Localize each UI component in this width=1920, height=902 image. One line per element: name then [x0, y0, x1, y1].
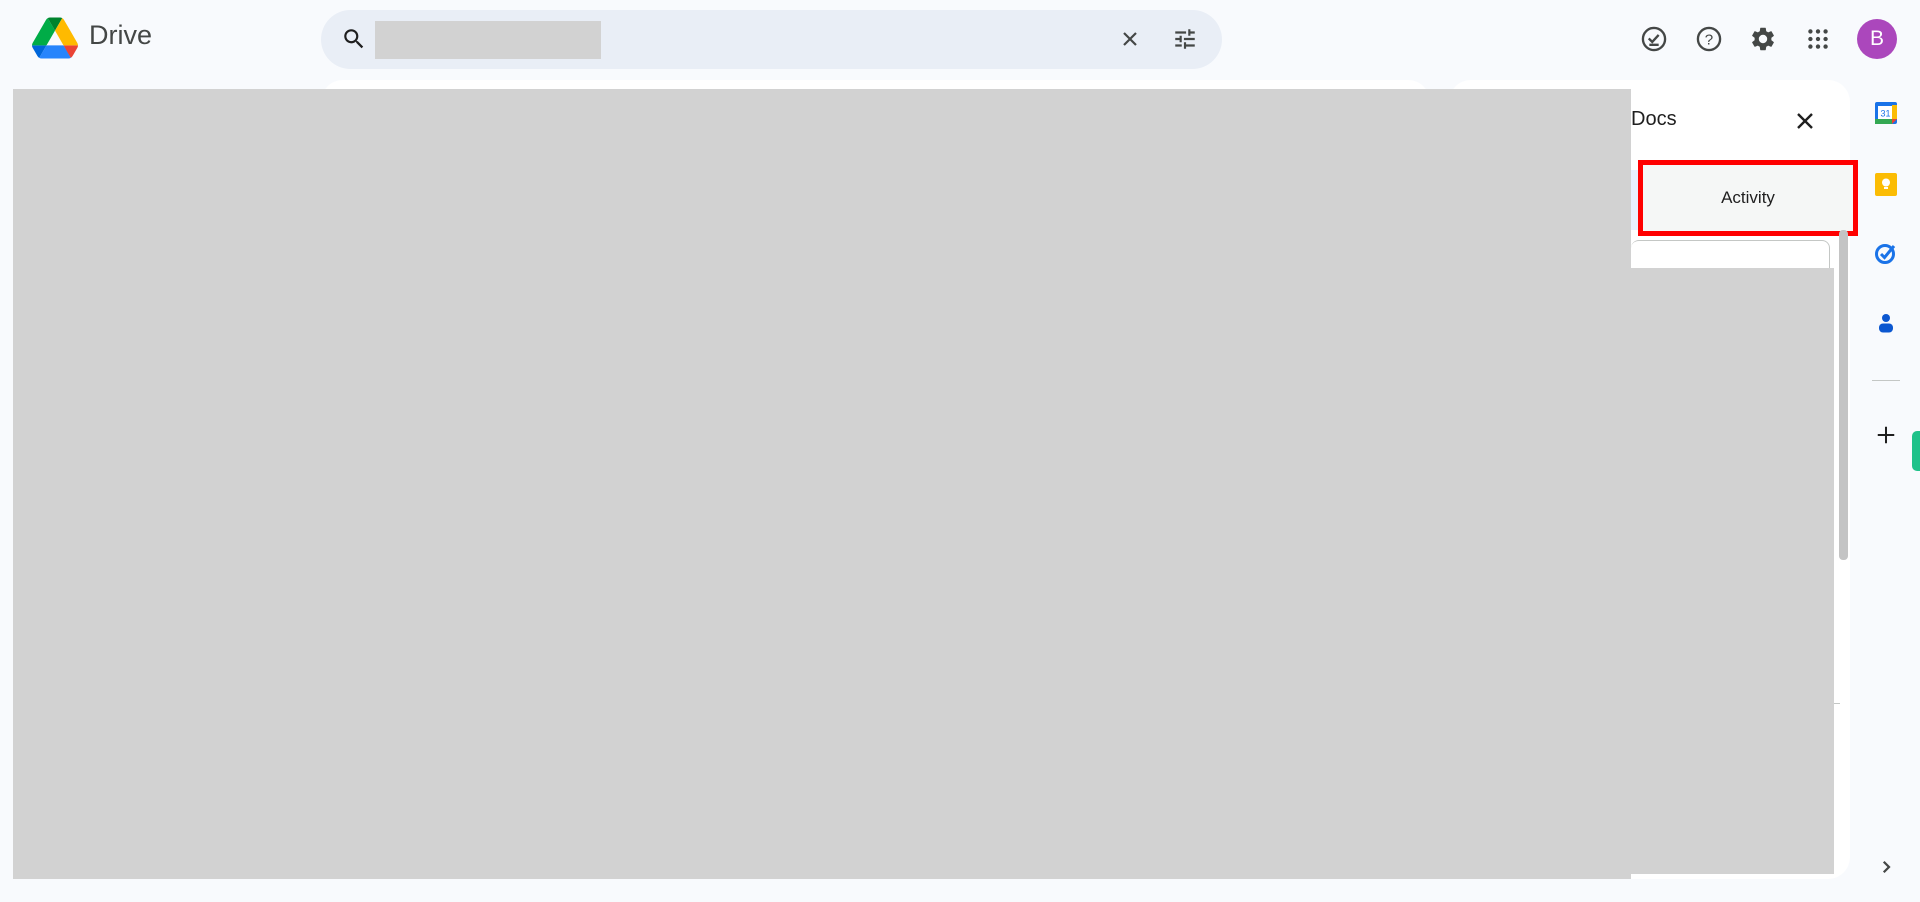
gear-icon[interactable] [1743, 19, 1783, 59]
keep-icon[interactable] [1866, 164, 1906, 204]
details-panel-title: Docs [1631, 108, 1677, 130]
clear-search-icon[interactable] [1110, 19, 1150, 59]
calendar-day: 31 [1880, 109, 1890, 119]
close-details-icon[interactable] [1785, 101, 1825, 141]
side-panel-divider [1872, 380, 1900, 381]
help-icon[interactable]: ? [1689, 19, 1729, 59]
divider [1834, 703, 1840, 704]
app-name: Drive [89, 20, 153, 50]
contacts-icon[interactable] [1866, 303, 1906, 343]
redacted-region [1631, 268, 1834, 874]
scrollbar[interactable] [1839, 230, 1848, 560]
offline-ready-icon[interactable] [1634, 19, 1674, 59]
highlight-box [1638, 160, 1858, 236]
tune-icon[interactable] [1165, 19, 1205, 59]
tasks-icon[interactable] [1866, 233, 1906, 273]
avatar[interactable]: B [1857, 19, 1897, 59]
chevron-right-icon[interactable] [1866, 847, 1906, 887]
side-tab-handle[interactable] [1912, 431, 1920, 471]
drive-logo [32, 17, 78, 59]
search-icon[interactable] [334, 19, 374, 59]
svg-text:?: ? [1705, 31, 1713, 48]
apps-grid-icon[interactable] [1798, 19, 1838, 59]
search-input[interactable] [375, 21, 601, 59]
search-bar[interactable] [321, 10, 1222, 69]
calendar-icon[interactable]: 31 [1866, 93, 1906, 133]
add-addon-icon[interactable] [1866, 415, 1906, 455]
redacted-region [13, 89, 1631, 879]
